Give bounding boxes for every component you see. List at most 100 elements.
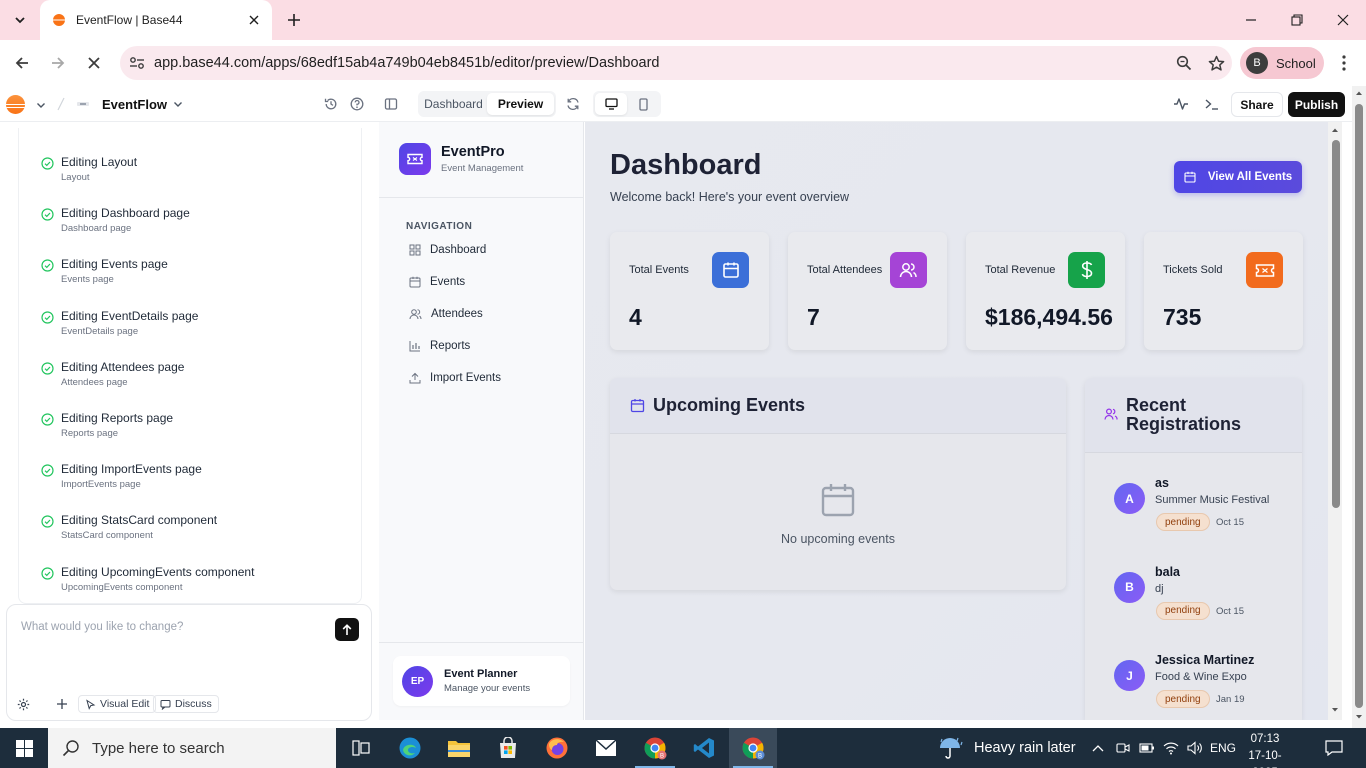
chat-history-item[interactable]: Editing Attendees page Attendees page (41, 360, 184, 388)
close-window-icon[interactable] (1320, 0, 1366, 40)
dashboard-main: Dashboard Welcome back! Here's your even… (585, 122, 1328, 720)
battery-icon[interactable] (1136, 728, 1158, 768)
back-icon[interactable] (8, 49, 36, 77)
publish-button[interactable]: Publish (1288, 92, 1345, 117)
chat-history-item[interactable]: Editing ImportEvents page ImportEvents pa… (41, 462, 202, 490)
chat-item-title: Editing Layout (61, 155, 138, 169)
preview-scroll-up-icon[interactable] (1331, 127, 1339, 133)
view-all-events-button[interactable]: View All Events (1174, 161, 1302, 193)
app-name-selector[interactable]: EventFlow (76, 94, 183, 114)
nav-item-dashboard[interactable]: Dashboard (409, 244, 486, 256)
chat-history-item[interactable]: Editing Events page Events page (41, 257, 168, 285)
stat-label: Total Attendees (807, 264, 883, 276)
user-card[interactable]: EP Event Planner Manage your events (393, 656, 570, 706)
firefox-icon[interactable] (533, 728, 581, 768)
help-icon[interactable] (349, 96, 365, 112)
windows-start-icon[interactable] (0, 728, 48, 768)
microsoft-store-icon[interactable] (484, 728, 532, 768)
chrome-profile-icon[interactable]: B (631, 728, 679, 768)
browser-tab-strip: EventFlow | Base44 (0, 0, 1366, 40)
mobile-view-icon[interactable] (627, 93, 659, 115)
chat-item-title: Editing Dashboard page (61, 206, 190, 221)
chat-history-item[interactable]: Editing StatsCard component StatsCard com… (41, 513, 217, 541)
nav-item-events[interactable]: Events (409, 276, 465, 288)
refresh-preview-icon[interactable] (565, 96, 581, 112)
dollar-icon (1068, 252, 1105, 288)
forward-icon[interactable] (44, 49, 72, 77)
add-attachment-icon[interactable] (56, 695, 68, 713)
taskbar-search-box[interactable]: Type here to search (48, 728, 336, 768)
browser-menu-icon[interactable] (1332, 49, 1356, 77)
edge-icon[interactable] (386, 728, 434, 768)
desktop-view-icon[interactable] (595, 93, 627, 115)
new-tab-icon[interactable] (282, 8, 306, 32)
history-icon[interactable] (323, 96, 339, 112)
minimize-icon[interactable] (1228, 0, 1274, 40)
chat-history-item[interactable]: Editing UpcomingEvents component Upcoming… (41, 565, 254, 593)
volume-icon[interactable] (1184, 728, 1206, 768)
toggle-panel-icon[interactable] (383, 96, 399, 112)
chat-history-item[interactable]: Editing Dashboard page Dashboard page (41, 206, 190, 234)
site-info-icon[interactable] (120, 46, 154, 80)
restore-icon[interactable] (1274, 0, 1320, 40)
language-indicator[interactable]: ENG (1208, 728, 1238, 768)
chat-item-subtitle: Reports page (61, 428, 119, 439)
page-scrollbar-thumb[interactable] (1355, 104, 1363, 708)
bookmark-star-icon[interactable] (1200, 47, 1232, 79)
chat-history[interactable]: Editing Layout Layout Editing Dashboard pa… (18, 128, 362, 604)
tab-dashboard[interactable]: Dashboard (420, 93, 487, 115)
chat-history-item[interactable]: Editing EventDetails page EventDetails pa… (41, 309, 198, 337)
send-button[interactable] (335, 618, 359, 641)
chat-item-subtitle: Layout (61, 172, 90, 183)
share-button[interactable]: Share (1231, 92, 1283, 117)
upcoming-events-title: Upcoming Events (653, 395, 806, 415)
chat-history-item[interactable]: Editing Layout Layout (41, 155, 137, 183)
nav-item-reports[interactable]: Reports (409, 340, 470, 352)
device-switch (593, 91, 661, 117)
task-view-icon[interactable] (337, 728, 385, 768)
check-circle-icon (41, 259, 54, 272)
activity-icon[interactable] (1173, 96, 1189, 112)
url-bar[interactable]: app.base44.com/apps/68edf15ab4a749b04eb8… (120, 46, 1232, 80)
discuss-button[interactable]: Discuss (153, 695, 219, 713)
calendar-icon (712, 252, 749, 288)
vscode-icon[interactable] (680, 728, 728, 768)
preview-scrollbar-thumb[interactable] (1332, 140, 1340, 508)
tab-search-chevron-icon[interactable] (8, 8, 32, 32)
mail-icon[interactable] (582, 728, 630, 768)
stat-value: 735 (1163, 304, 1202, 330)
scroll-up-icon[interactable] (1355, 90, 1363, 96)
notifications-icon[interactable] (1320, 728, 1348, 768)
url-text[interactable]: app.base44.com/apps/68edf15ab4a749b04eb8… (154, 55, 1168, 71)
stop-loading-icon[interactable] (80, 49, 108, 77)
base44-logo-icon[interactable] (6, 95, 25, 114)
terminal-icon[interactable] (1204, 96, 1220, 112)
profile-button[interactable]: B School (1240, 47, 1324, 79)
status-badge: pending (1156, 690, 1210, 708)
file-explorer-icon[interactable] (435, 728, 483, 768)
check-circle-icon (41, 515, 54, 528)
stat-card-total-revenue: Total Revenue $186,494.56 (966, 232, 1125, 350)
scroll-down-icon[interactable] (1355, 714, 1363, 720)
browser-tab[interactable]: EventFlow | Base44 (40, 0, 272, 40)
tray-chevron-icon[interactable] (1088, 728, 1108, 768)
zoom-icon[interactable] (1168, 47, 1200, 79)
meet-now-icon[interactable] (1112, 728, 1134, 768)
chat-history-item[interactable]: Editing Reports page Reports page (41, 411, 173, 439)
nav-item-import-events[interactable]: Import Events (409, 372, 501, 384)
weather-widget[interactable]: Heavy rain later (938, 728, 1076, 768)
settings-gear-icon[interactable] (17, 695, 30, 713)
workspace-chevron-icon[interactable] (34, 98, 48, 112)
system-clock[interactable]: 07:13 17-10-2025 (1236, 731, 1294, 768)
chrome-active-icon[interactable]: B (729, 728, 777, 768)
nav-item-attendees[interactable]: Attendees (409, 308, 483, 320)
stat-value: 4 (629, 304, 642, 330)
tab-preview[interactable]: Preview (487, 93, 554, 115)
windows-taskbar: Type here to search B B Heavy rain later (0, 728, 1366, 768)
chat-item-title: Editing Reports page (61, 411, 174, 425)
close-tab-icon[interactable] (246, 12, 262, 28)
wifi-icon[interactable] (1160, 728, 1182, 768)
visual-edit-button[interactable]: Visual Edit (78, 695, 157, 713)
chat-input[interactable]: What would you like to change? (21, 621, 183, 633)
preview-scroll-down-icon[interactable] (1331, 707, 1339, 713)
